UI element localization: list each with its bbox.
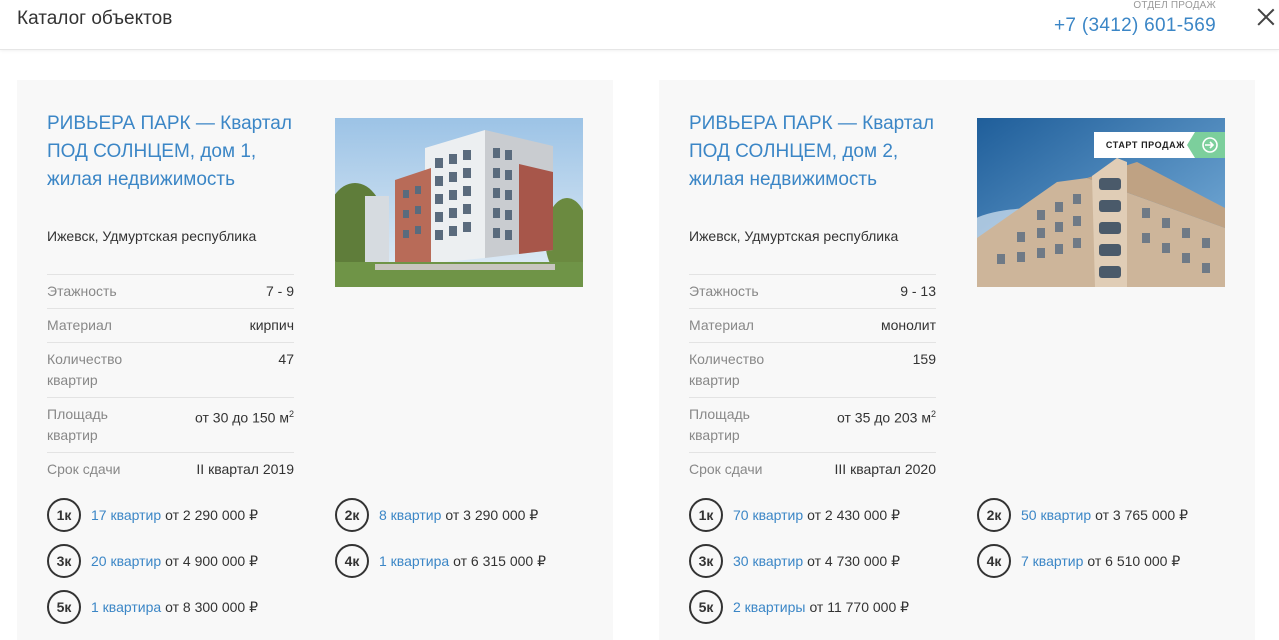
property-value: кирпич	[249, 317, 294, 333]
area-unit-sup: 2	[288, 409, 294, 419]
property-row: Количество квартир 47	[47, 342, 294, 397]
enter-arrow-icon	[1187, 132, 1225, 158]
property-label: Материал	[689, 317, 754, 333]
top-bar: Каталог объектов ОТДЕЛ ПРОДАЖ +7 (3412) …	[0, 0, 1279, 50]
rooms-badge: 2к	[977, 498, 1011, 532]
apartment-count-link[interactable]: 7 квартир	[1021, 553, 1083, 569]
property-label: Площадь квартир	[689, 406, 750, 443]
sales-contact: ОТДЕЛ ПРОДАЖ +7 (3412) 601-569	[1054, 0, 1216, 40]
property-value: от 35 до 203 м2	[837, 404, 936, 446]
apartment-item: 4к 7 квартир от 6 510 000 ₽	[977, 544, 1180, 578]
start-sales-badge: СТАРТ ПРОДАЖ	[1093, 132, 1225, 158]
apartment-price: от 4 900 000 ₽	[165, 552, 259, 569]
object-photo[interactable]: СТАРТ ПРОДАЖ	[977, 118, 1225, 287]
apartment-count-link[interactable]: 20 квартир	[91, 553, 161, 569]
apartment-price: от 8 300 000 ₽	[165, 598, 259, 615]
property-value: 7 - 9	[265, 283, 294, 299]
apartment-price: от 3 290 000 ₽	[445, 506, 539, 523]
property-row: Этажность 7 - 9	[47, 274, 294, 308]
object-photo[interactable]	[335, 118, 583, 287]
rooms-badge: 3к	[47, 544, 81, 578]
apartment-count-link[interactable]: 50 квартир	[1021, 507, 1091, 523]
property-row: Материал монолит	[689, 308, 936, 342]
property-value: 47	[278, 351, 294, 367]
apartment-count-link[interactable]: 1 квартира	[91, 599, 161, 615]
object-card: РИВЬЕРА ПАРК — Квартал ПОД СОЛНЦЕМ, дом …	[659, 80, 1255, 640]
property-row: Площадь квартир от 35 до 203 м2	[689, 397, 936, 452]
property-label: Срок сдачи	[47, 461, 121, 477]
property-row: Срок сдачи II квартал 2019	[47, 452, 294, 486]
object-title-link[interactable]: РИВЬЕРА ПАРК — Квартал ПОД СОЛНЦЕМ, дом …	[689, 110, 949, 194]
object-properties: Этажность 7 - 9 Материал кирпич Количест…	[47, 274, 294, 486]
page-title: Каталог объектов	[17, 8, 173, 29]
rooms-badge: 1к	[689, 498, 723, 532]
apartment-item: 5к 2 квартиры от 11 770 000 ₽	[689, 590, 909, 624]
property-label: Срок сдачи	[689, 461, 763, 477]
apartment-item: 1к 70 квартир от 2 430 000 ₽	[689, 498, 900, 532]
property-label: Площадь квартир	[47, 406, 108, 443]
apartment-item: 4к 1 квартира от 6 315 000 ₽	[335, 544, 546, 578]
property-label: Количество квартир	[689, 351, 765, 388]
apartment-item: 1к 17 квартир от 2 290 000 ₽	[47, 498, 258, 532]
object-location: Ижевск, Удмуртская республика	[689, 228, 899, 244]
apartment-price: от 2 430 000 ₽	[807, 506, 901, 523]
apartment-price: от 6 510 000 ₽	[1087, 552, 1181, 569]
rooms-badge: 1к	[47, 498, 81, 532]
apartment-count-link[interactable]: 30 квартир	[733, 553, 803, 569]
object-title-link[interactable]: РИВЬЕРА ПАРК — Квартал ПОД СОЛНЦЕМ, дом …	[47, 110, 307, 194]
property-label: Количество квартир	[47, 351, 123, 388]
apartment-item: 3к 20 квартир от 4 900 000 ₽	[47, 544, 258, 578]
apartment-count-link[interactable]: 17 квартир	[91, 507, 161, 523]
property-row: Количество квартир 159	[689, 342, 936, 397]
object-card: РИВЬЕРА ПАРК — Квартал ПОД СОЛНЦЕМ, дом …	[17, 80, 613, 640]
property-row: Этажность 9 - 13	[689, 274, 936, 308]
rooms-badge: 5к	[689, 590, 723, 624]
property-row: Площадь квартир от 30 до 150 м2	[47, 397, 294, 452]
apartment-item: 2к 8 квартир от 3 290 000 ₽	[335, 498, 538, 532]
object-location: Ижевск, Удмуртская республика	[47, 228, 257, 244]
property-value: III квартал 2020	[834, 461, 936, 477]
property-value: II квартал 2019	[196, 461, 294, 477]
property-value: монолит	[880, 317, 936, 333]
area-text: от 30 до 150 м	[195, 409, 289, 426]
apartment-price: от 4 730 000 ₽	[807, 552, 901, 569]
rooms-badge: 3к	[689, 544, 723, 578]
property-row: Срок сдачи III квартал 2020	[689, 452, 936, 486]
object-properties: Этажность 9 - 13 Материал монолит Количе…	[689, 274, 936, 486]
rooms-badge: 4к	[977, 544, 1011, 578]
close-icon[interactable]	[1256, 7, 1276, 27]
property-value: от 30 до 150 м2	[195, 404, 294, 446]
apartment-item: 2к 50 квартир от 3 765 000 ₽	[977, 498, 1188, 532]
apartment-price: от 6 315 000 ₽	[453, 552, 547, 569]
apartment-price: от 2 290 000 ₽	[165, 506, 259, 523]
property-value: 159	[912, 351, 936, 367]
area-unit-sup: 2	[930, 409, 936, 419]
apartment-count-link[interactable]: 1 квартира	[379, 553, 449, 569]
property-label: Этажность	[47, 283, 117, 299]
property-label: Материал	[47, 317, 112, 333]
sales-label: ОТДЕЛ ПРОДАЖ	[1133, 0, 1216, 11]
rooms-badge: 4к	[335, 544, 369, 578]
apartment-count-link[interactable]: 8 квартир	[379, 507, 441, 523]
property-value: 9 - 13	[900, 283, 936, 299]
property-label: Этажность	[689, 283, 759, 299]
apartment-item: 3к 30 квартир от 4 730 000 ₽	[689, 544, 900, 578]
sales-phone-link[interactable]: +7 (3412) 601-569	[1054, 12, 1216, 40]
apartment-price: от 3 765 000 ₽	[1095, 506, 1189, 523]
area-text: от 35 до 203 м	[837, 409, 931, 426]
badge-label: СТАРТ ПРОДАЖ	[1105, 140, 1185, 150]
apartment-count-link[interactable]: 2 квартиры	[733, 599, 805, 615]
apartment-count-link[interactable]: 70 квартир	[733, 507, 803, 523]
rooms-badge: 5к	[47, 590, 81, 624]
apartment-price: от 11 770 000 ₽	[809, 598, 910, 615]
apartment-item: 5к 1 квартира от 8 300 000 ₽	[47, 590, 258, 624]
rooms-badge: 2к	[335, 498, 369, 532]
property-row: Материал кирпич	[47, 308, 294, 342]
